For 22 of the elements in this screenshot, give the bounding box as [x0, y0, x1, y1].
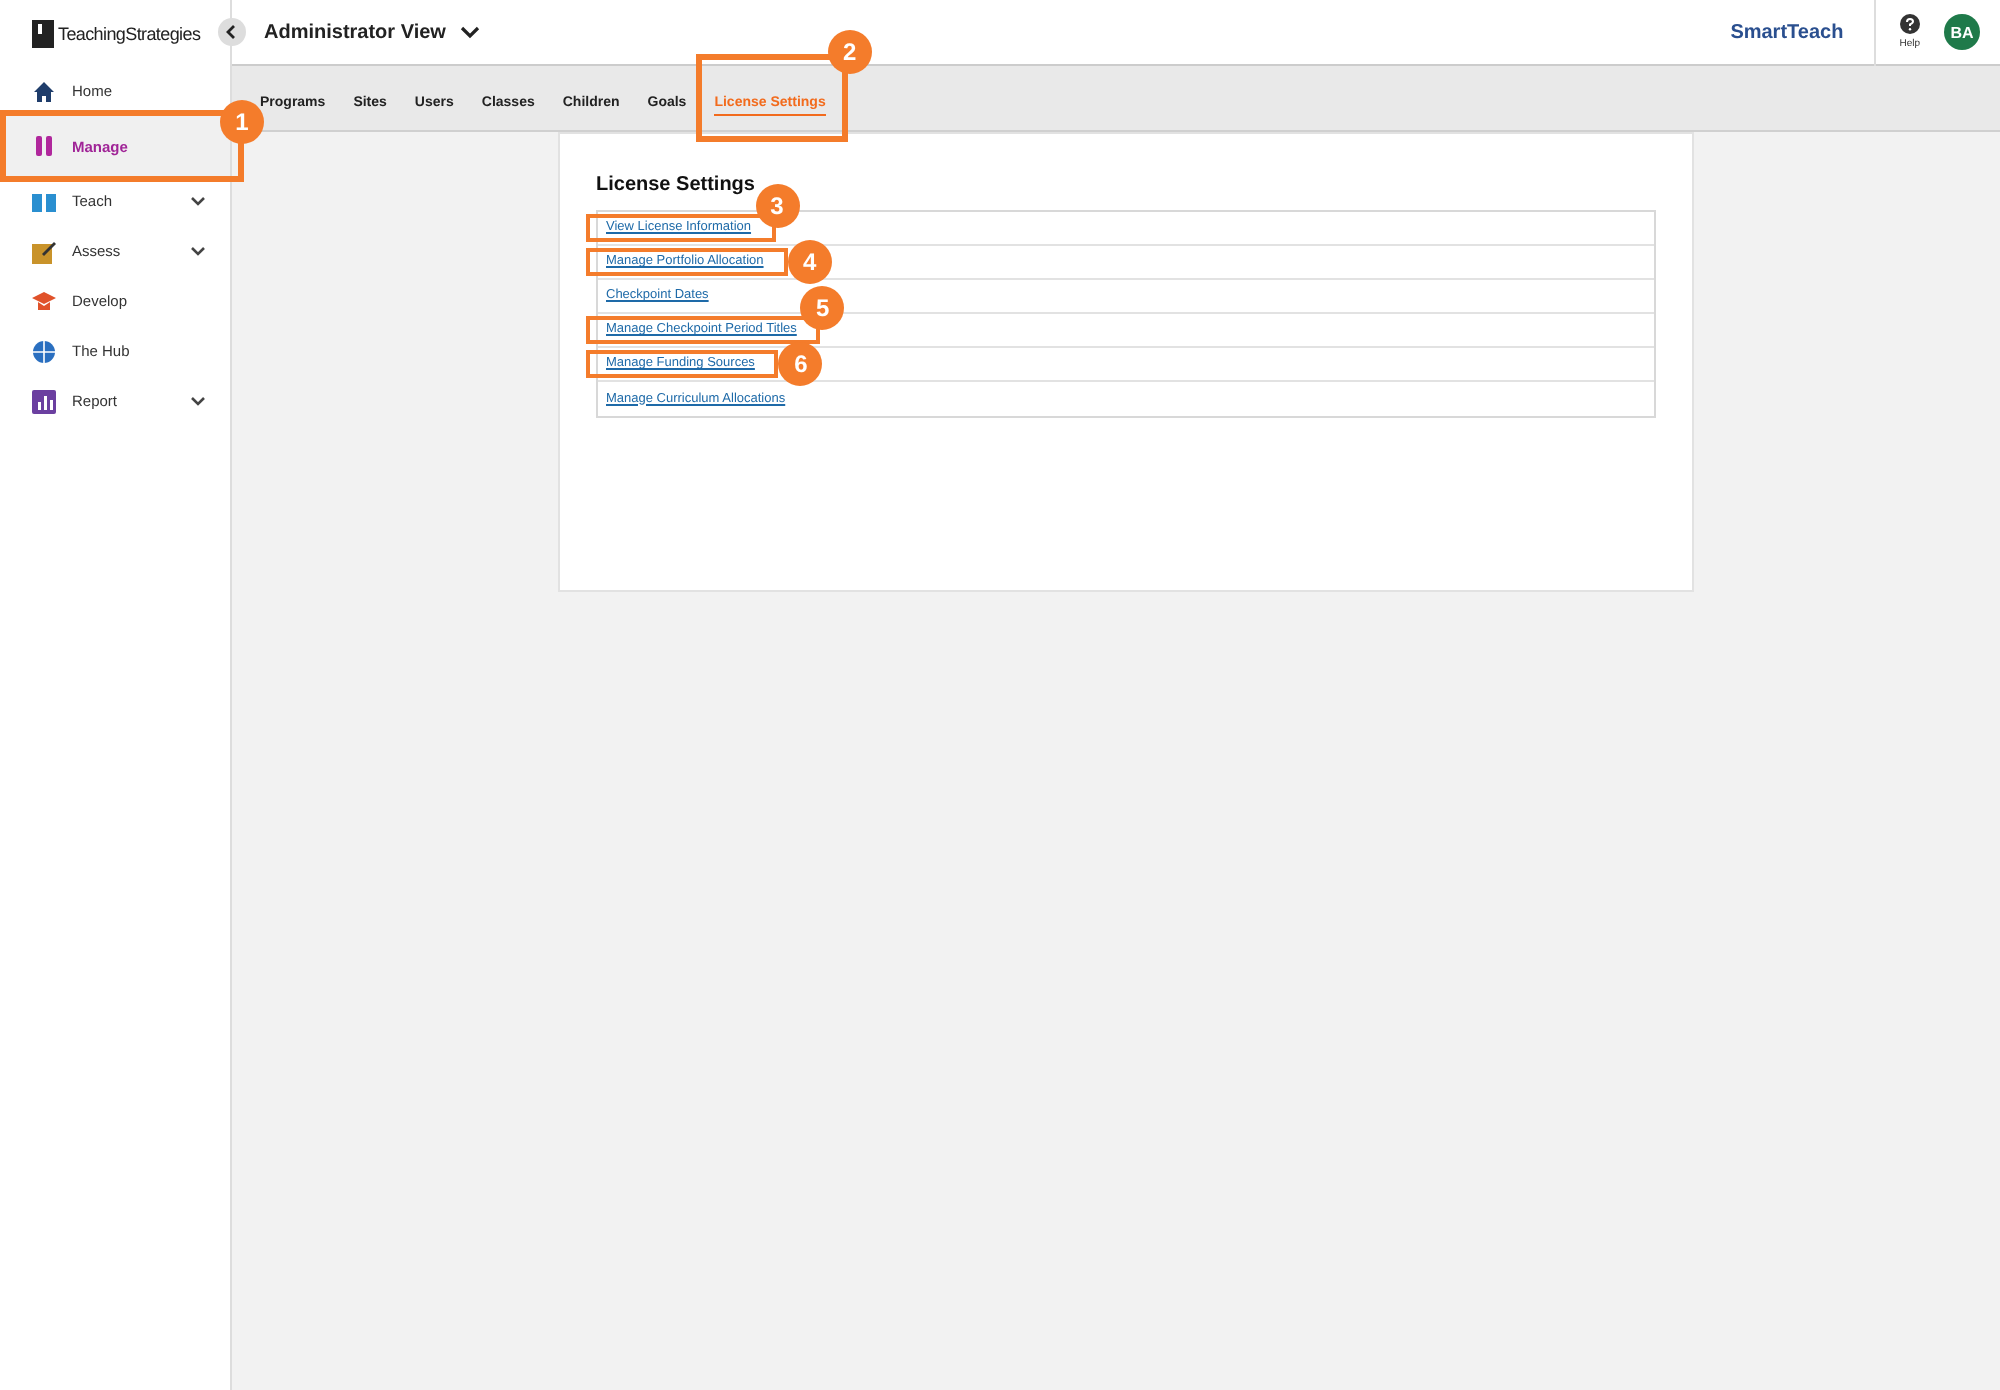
brand-logo: TeachingStrategies [58, 23, 201, 43]
step-badge: 3 [755, 184, 800, 228]
step-badge: 5 [800, 286, 845, 330]
menu-icon [32, 189, 56, 213]
step-badge: 4 [787, 240, 832, 284]
menu-icon [32, 79, 56, 103]
step-badge: 6 [778, 342, 823, 386]
panel-title: License Settings [596, 174, 757, 196]
collapse-button[interactable] [218, 18, 246, 46]
product-logo: SmartTeach [1730, 21, 1844, 43]
book-icon [32, 19, 54, 47]
menu-icon [32, 239, 56, 263]
view-title: Administrator View [264, 21, 446, 43]
menu-icon [32, 339, 56, 363]
chevron-icon[interactable] [459, 25, 480, 39]
menu-icon [32, 134, 56, 158]
chevron-left-icon [224, 24, 240, 40]
user-avatar[interactable]: BA [1944, 14, 1980, 50]
menu-icon [32, 289, 56, 313]
help-icon [1899, 14, 1920, 34]
menu-icon [32, 389, 56, 413]
step-badge: 1 [220, 100, 264, 144]
